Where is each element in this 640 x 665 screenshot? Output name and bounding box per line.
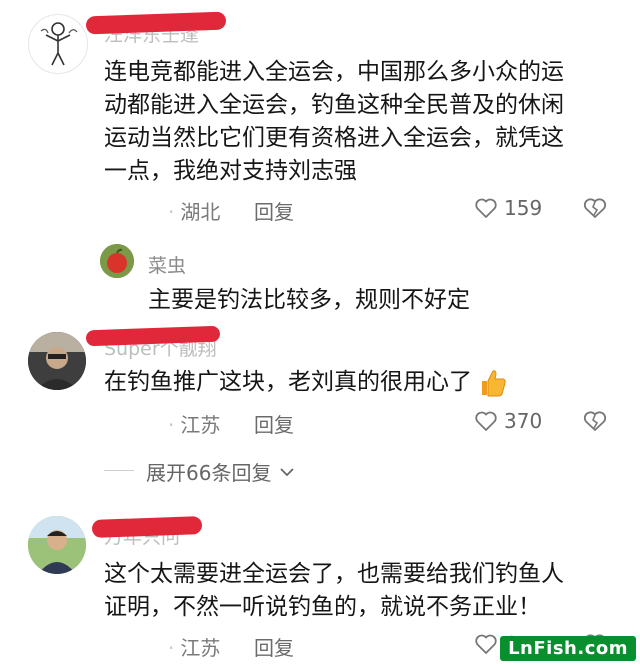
sketch-figure-icon [40,22,78,66]
comment-line: 连电竞都能进入全运会，中国那么多小众的运 [104,59,564,85]
location-text: 湖北 [180,200,221,224]
comment-text: 在钓鱼推广这块，老刘真的很用心了 [104,366,508,399]
subreply-username[interactable]: 菜虫 [148,251,186,278]
like-button[interactable]: 370 [474,409,542,433]
username-redaction [91,516,203,538]
avatar[interactable] [28,332,86,390]
username-redaction [85,11,227,35]
expand-replies-button[interactable]: 展开66条回复 [146,457,295,486]
reply-button[interactable]: 回复 [254,196,294,225]
location: · 江苏 [168,636,221,660]
like-button[interactable]: 159 [474,196,542,220]
reply-button[interactable]: 回复 [254,632,294,661]
comment-line: 这个太需要进全运会了，也需要给我们钓鱼人 [104,561,564,587]
location-text: 江苏 [180,636,221,660]
dislike-button[interactable] [582,410,608,436]
expand-divider [104,470,134,471]
dislike-button[interactable] [582,197,608,223]
heart-outline-icon [475,634,497,654]
location-text: 江苏 [180,413,221,437]
avatar[interactable] [28,14,88,74]
subreply-text: 主要是钓法比较多，规则不好定 [148,287,470,313]
like-count: 370 [504,409,543,433]
heart-outline-icon [475,198,497,218]
location: · 江苏 [168,413,221,437]
person-photo-icon [28,332,86,390]
comment-line: 动都能进入全运会，钓鱼这种全民普及的休闲 [104,92,564,118]
thumbs-up-emoji [482,369,506,396]
comment-line: 一点，我绝对支持刘志强 [104,158,357,184]
apple-icon [100,244,134,278]
person-photo-icon [28,516,86,574]
broken-heart-icon [583,411,607,431]
comment-text: 连电竞都能进入全运会，中国那么多小众的运 动都能进入全运会，钓鱼这种全民普及的休… [104,56,624,188]
location: · 湖北 [168,200,221,224]
comment-line: 证明，不然一听说钓鱼的，就说不务正业！ [104,594,541,620]
comment-text: 这个太需要进全运会了，也需要给我们钓鱼人 证明，不然一听说钓鱼的，就说不务正业！ [104,558,624,624]
comment-line: 运动当然比它们更有资格进入全运会，就凭这 [104,125,564,151]
broken-heart-icon [583,198,607,218]
subreply-avatar[interactable] [100,244,134,278]
avatar[interactable] [28,516,86,574]
comment-line: 在钓鱼推广这块，老刘真的很用心了 [104,369,472,395]
heart-outline-icon [475,411,497,431]
chevron-down-icon [280,467,295,476]
expand-label: 展开66条回复 [146,461,272,485]
watermark: LnFish.com [500,636,636,661]
reply-button[interactable]: 回复 [254,409,294,438]
like-count: 159 [504,196,543,220]
